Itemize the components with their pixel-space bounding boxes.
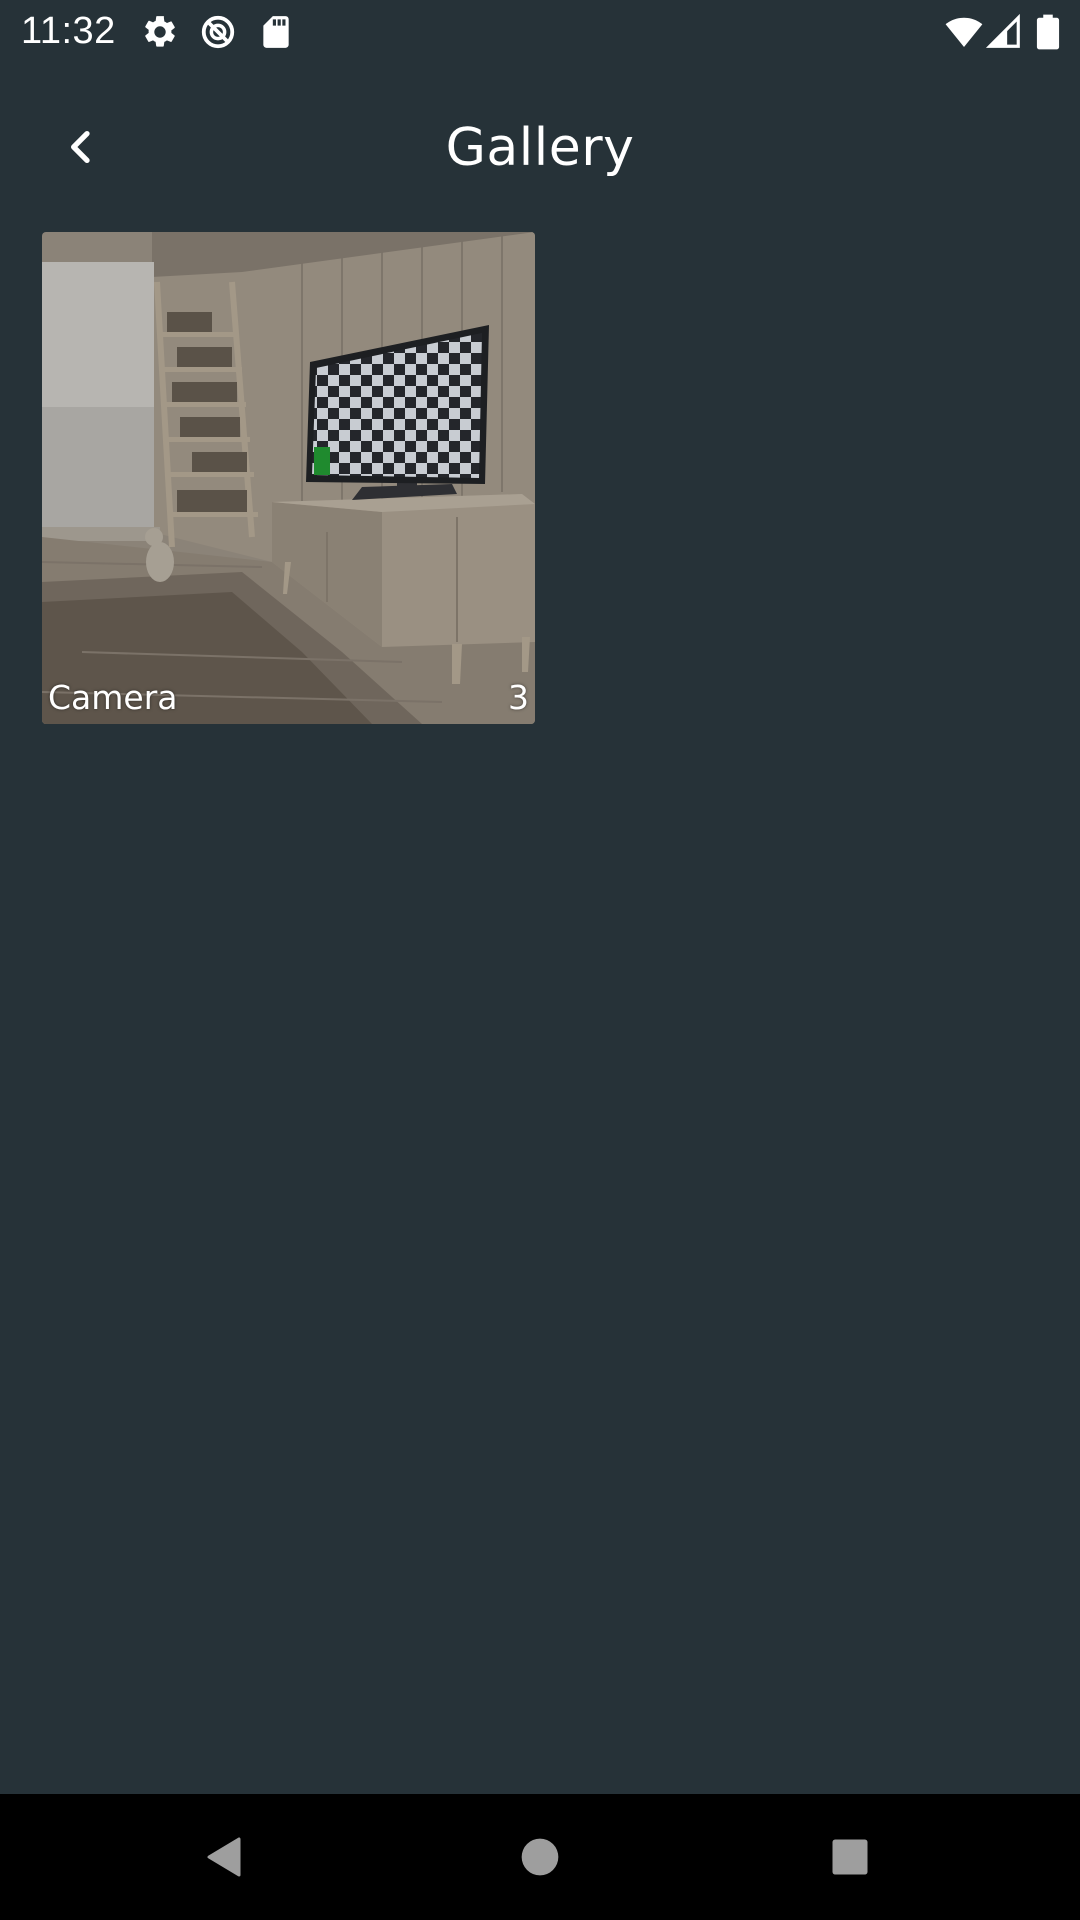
- status-time: 11:32: [21, 10, 116, 52]
- album-name: Camera: [48, 678, 178, 717]
- toolbar: Gallery: [0, 63, 1080, 231]
- sd-card-icon: [257, 13, 295, 51]
- album-count: 3: [508, 678, 529, 717]
- navigation-bar: [0, 1794, 1080, 1920]
- cell-signal-icon: [985, 13, 1023, 51]
- nav-recents-button[interactable]: [817, 1824, 883, 1890]
- sync-disabled-icon: [199, 13, 237, 51]
- wifi-icon: [944, 13, 984, 51]
- recents-square-icon: [829, 1836, 871, 1878]
- nav-back-button[interactable]: [192, 1824, 258, 1890]
- nav-home-button[interactable]: [507, 1824, 573, 1890]
- gallery-screen: 11:32 Gallery Camera 3: [0, 0, 1080, 1920]
- album-tile-camera[interactable]: Camera 3: [42, 232, 535, 724]
- home-circle-icon: [518, 1835, 562, 1879]
- album-thumbnail: [42, 232, 535, 724]
- status-bar: 11:32: [0, 0, 1080, 63]
- battery-icon: [1035, 13, 1061, 51]
- settings-icon: [141, 13, 179, 51]
- page-title: Gallery: [445, 118, 635, 178]
- back-triangle-icon: [201, 1833, 249, 1881]
